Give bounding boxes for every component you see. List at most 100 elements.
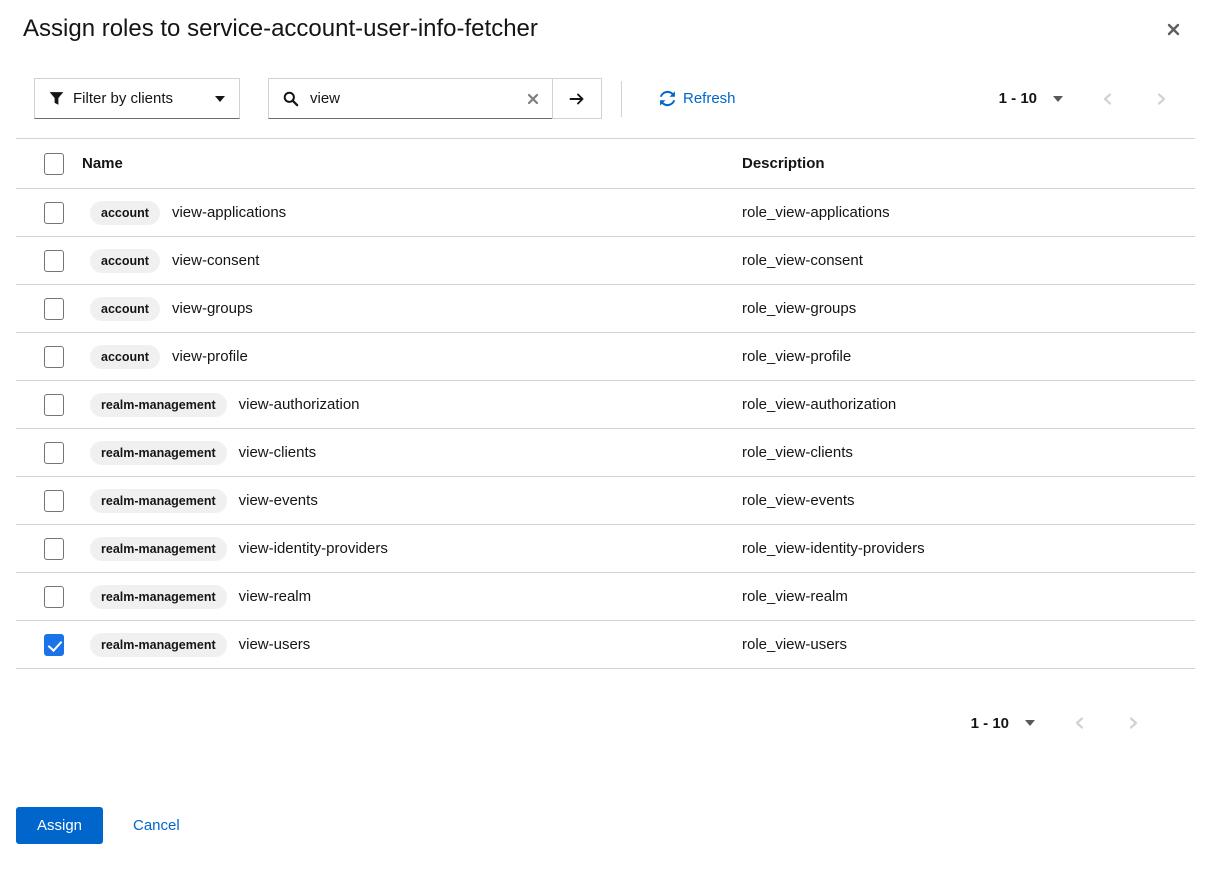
row-name-cell: account view-consent [80, 249, 742, 273]
role-description: role_view-authorization [742, 396, 1195, 413]
row-checkbox[interactable] [44, 346, 64, 368]
row-check-cell [16, 202, 80, 224]
row-check-cell [16, 394, 80, 416]
pagination-top: 1 - 10 [999, 90, 1169, 107]
row-check-cell [16, 634, 80, 656]
arrow-right-icon [568, 91, 586, 107]
pagination-range: 1 - 10 [999, 90, 1037, 107]
search-icon [283, 91, 299, 107]
role-name-label: view-clients [239, 444, 317, 461]
role-name-label: view-identity-providers [239, 540, 388, 557]
row-checkbox[interactable] [44, 250, 64, 272]
row-name-cell: account view-profile [80, 345, 742, 369]
role-description: role_view-groups [742, 300, 1195, 317]
chevron-right-icon [1125, 715, 1141, 731]
row-name-cell: realm-management view-events [80, 489, 742, 513]
clear-search-icon[interactable] [524, 90, 542, 108]
previous-page-button[interactable] [1072, 715, 1088, 731]
role-description: role_view-users [742, 636, 1195, 653]
row-checkbox[interactable] [44, 634, 64, 656]
funnel-icon [49, 91, 64, 106]
toolbar: Filter by clients [34, 78, 1169, 119]
role-description: role_view-events [742, 492, 1195, 509]
row-check-cell [16, 490, 80, 512]
role-name-label: view-users [239, 636, 311, 653]
table-row: account view-consent role_view-consent [16, 237, 1195, 285]
row-check-cell [16, 586, 80, 608]
close-icon[interactable] [1160, 16, 1187, 43]
filter-toggle-content: Filter by clients [49, 90, 173, 107]
search-group [268, 78, 602, 119]
next-page-button[interactable] [1125, 715, 1141, 731]
role-name-label: view-consent [172, 252, 260, 269]
chevron-left-icon [1100, 91, 1116, 107]
row-checkbox[interactable] [44, 202, 64, 224]
column-header-name: Name [80, 155, 742, 172]
chevron-right-icon [1153, 91, 1169, 107]
table-row: realm-management view-identity-providers… [16, 525, 1195, 573]
row-name-cell: realm-management view-identity-providers [80, 537, 742, 561]
caret-down-icon [215, 96, 225, 102]
row-checkbox[interactable] [44, 490, 64, 512]
close-icon-glyph [1166, 22, 1181, 37]
refresh-label: Refresh [683, 90, 736, 107]
client-badge: realm-management [90, 489, 227, 513]
modal-title: Assign roles to service-account-user-inf… [23, 14, 538, 44]
pagination-menu-toggle[interactable]: 1 - 10 [971, 715, 1035, 732]
modal-header: Assign roles to service-account-user-inf… [0, 0, 1211, 44]
roles-table: Name Description account view-applicatio… [16, 138, 1195, 669]
row-checkbox[interactable] [44, 586, 64, 608]
row-checkbox[interactable] [44, 394, 64, 416]
row-checkbox[interactable] [44, 442, 64, 464]
row-name-cell: account view-groups [80, 297, 742, 321]
caret-down-icon [1053, 96, 1063, 102]
pagination-range: 1 - 10 [971, 715, 1009, 732]
client-badge: account [90, 345, 160, 369]
row-check-cell [16, 538, 80, 560]
role-name-label: view-profile [172, 348, 248, 365]
role-description: role_view-clients [742, 444, 1195, 461]
table-row: realm-management view-realm role_view-re… [16, 573, 1195, 621]
search-input-wrap [268, 78, 552, 119]
cancel-button[interactable]: Cancel [133, 817, 180, 834]
select-all-checkbox[interactable] [44, 153, 64, 175]
role-description: role_view-realm [742, 588, 1195, 605]
chevron-left-icon [1072, 715, 1088, 731]
role-description: role_view-identity-providers [742, 540, 1195, 557]
row-name-cell: realm-management view-users [80, 633, 742, 657]
role-name-label: view-authorization [239, 396, 360, 413]
next-page-button[interactable] [1153, 91, 1169, 107]
role-description: role_view-consent [742, 252, 1195, 269]
pagination-bottom: 1 - 10 [971, 715, 1141, 732]
header-check-cell [16, 153, 80, 175]
table-row: account view-profile role_view-profile [16, 333, 1195, 381]
table-body: account view-applications role_view-appl… [16, 189, 1195, 669]
client-badge: realm-management [90, 633, 227, 657]
row-check-cell [16, 298, 80, 320]
row-checkbox[interactable] [44, 298, 64, 320]
table-row: account view-applications role_view-appl… [16, 189, 1195, 237]
filter-label: Filter by clients [73, 90, 173, 107]
role-description: role_view-profile [742, 348, 1195, 365]
pagination-menu-toggle[interactable]: 1 - 10 [999, 90, 1063, 107]
row-check-cell [16, 250, 80, 272]
table-header-row: Name Description [16, 139, 1195, 189]
row-check-cell [16, 346, 80, 368]
assign-button[interactable]: Assign [16, 807, 103, 844]
previous-page-button[interactable] [1100, 91, 1116, 107]
filter-dropdown-toggle[interactable]: Filter by clients [34, 78, 240, 119]
search-submit-button[interactable] [552, 78, 602, 119]
refresh-button[interactable]: Refresh [659, 90, 736, 107]
row-check-cell [16, 442, 80, 464]
sync-icon [659, 90, 676, 107]
pagination-bottom-row: 1 - 10 [0, 698, 1211, 748]
column-header-description: Description [742, 155, 1195, 172]
client-badge: account [90, 297, 160, 321]
search-input[interactable] [308, 89, 515, 108]
client-badge: account [90, 249, 160, 273]
row-checkbox[interactable] [44, 538, 64, 560]
row-name-cell: account view-applications [80, 201, 742, 225]
assign-roles-modal: Assign roles to service-account-user-inf… [0, 0, 1211, 844]
row-name-cell: realm-management view-authorization [80, 393, 742, 417]
table-row: realm-management view-authorization role… [16, 381, 1195, 429]
